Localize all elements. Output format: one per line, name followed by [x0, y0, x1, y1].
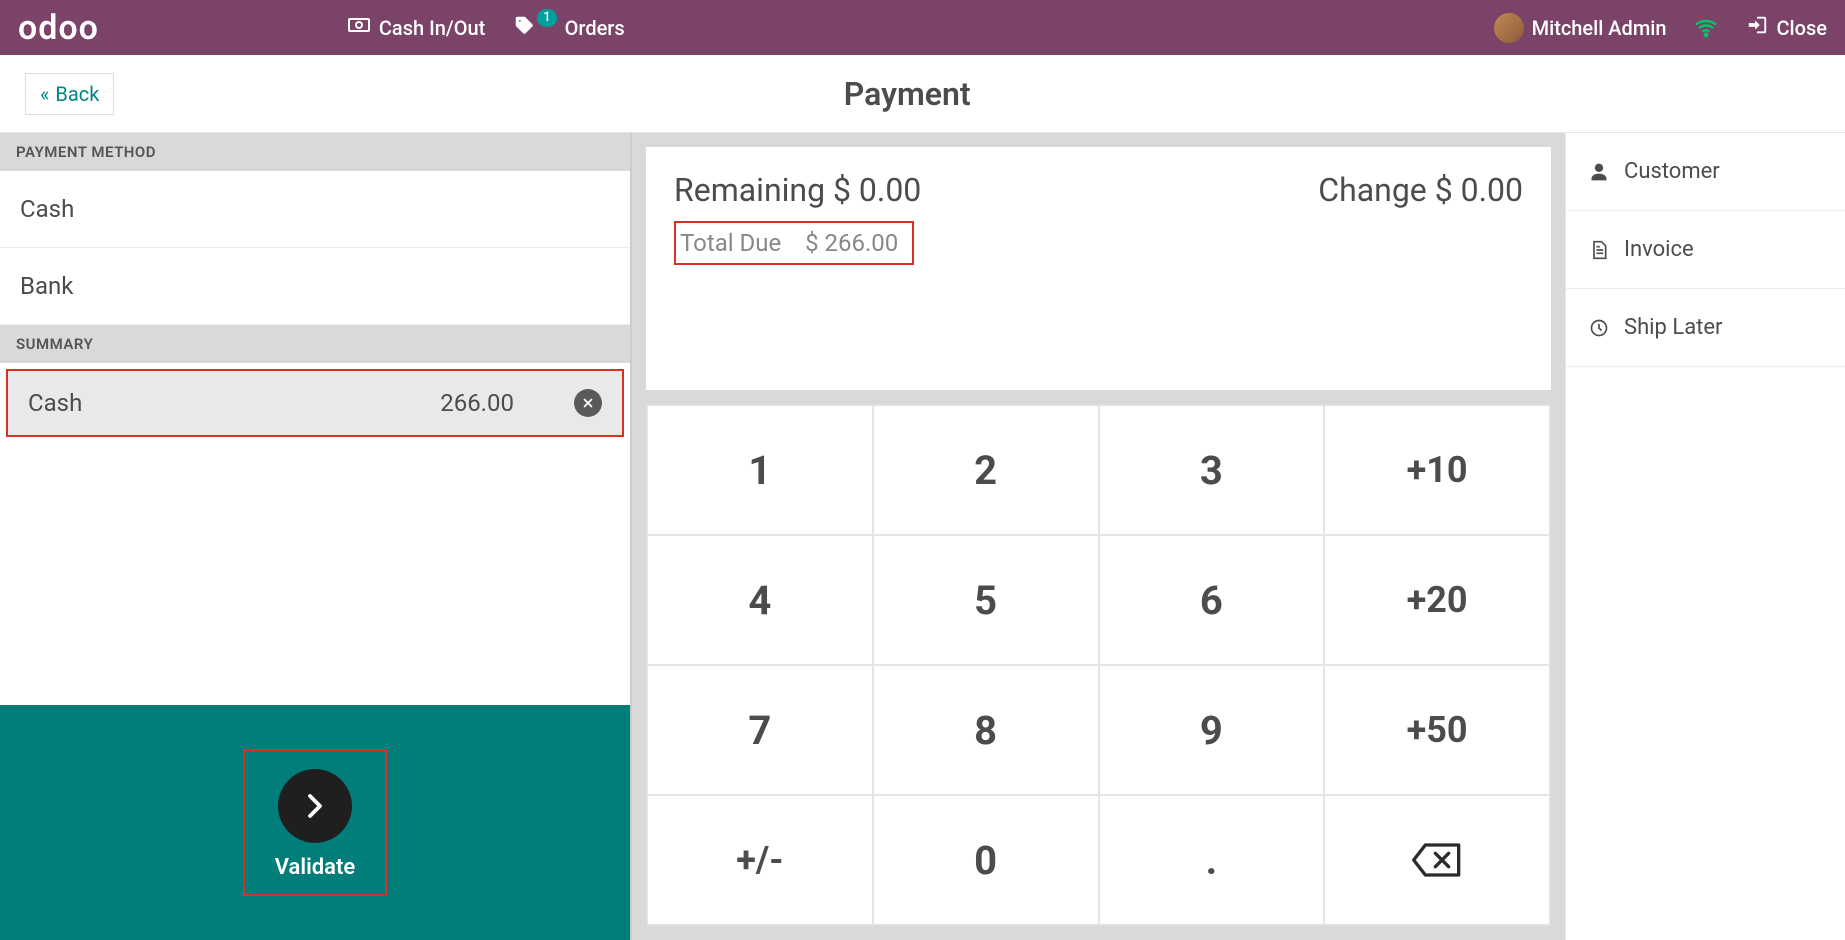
key-plus50[interactable]: +50 [1324, 665, 1550, 795]
validate-panel: Validate [0, 705, 630, 940]
remaining-label: Remaining [674, 171, 825, 209]
wifi-icon [1694, 16, 1718, 40]
ship-later-button[interactable]: Ship Later [1566, 289, 1845, 367]
total-due: Total Due $ 266.00 [674, 221, 914, 265]
key-4[interactable]: 4 [647, 535, 873, 665]
user-name: Mitchell Admin [1532, 16, 1667, 40]
validate-button[interactable] [278, 769, 352, 843]
total-due-value: $ 266.00 [805, 229, 898, 257]
invoice-label: Invoice [1624, 237, 1694, 262]
cash-in-out-button[interactable]: Cash In/Out [347, 13, 485, 42]
key-6[interactable]: 6 [1099, 535, 1325, 665]
key-backspace[interactable] [1324, 795, 1550, 925]
key-2[interactable]: 2 [873, 405, 1099, 535]
change: Change $ 0.00 [1318, 171, 1523, 209]
key-plus10[interactable]: +10 [1324, 405, 1550, 535]
avatar [1494, 13, 1524, 43]
key-5[interactable]: 5 [873, 535, 1099, 665]
key-3[interactable]: 3 [1099, 405, 1325, 535]
cash-in-out-label: Cash In/Out [379, 16, 485, 40]
key-sign[interactable]: +/- [647, 795, 873, 925]
cash-icon [347, 13, 371, 42]
close-label: Close [1776, 16, 1827, 40]
validate-highlight: Validate [243, 749, 387, 896]
summary-line[interactable]: Cash 266.00 [6, 369, 624, 437]
left-panel: PAYMENT METHOD Cash Bank SUMMARY Cash 26… [0, 133, 632, 940]
right-panel: Customer Invoice Ship Later [1565, 133, 1845, 940]
change-value: $ 0.00 [1435, 171, 1523, 209]
summary-name: Cash [28, 389, 82, 417]
key-9[interactable]: 9 [1099, 665, 1325, 795]
orders-label: Orders [565, 16, 625, 40]
key-1[interactable]: 1 [647, 405, 873, 535]
key-0[interactable]: 0 [873, 795, 1099, 925]
summary-amount: 266.00 [440, 389, 514, 417]
key-plus20[interactable]: +20 [1324, 535, 1550, 665]
ship-later-label: Ship Later [1624, 315, 1722, 340]
page-title: Payment [0, 75, 1820, 113]
payment-method-header: PAYMENT METHOD [0, 133, 630, 171]
summary-header: SUMMARY [0, 325, 630, 363]
main: PAYMENT METHOD Cash Bank SUMMARY Cash 26… [0, 133, 1845, 940]
validate-label: Validate [275, 855, 355, 880]
remaining: Remaining $ 0.00 [674, 171, 921, 209]
signout-icon [1746, 14, 1768, 41]
customer-button[interactable]: Customer [1566, 133, 1845, 211]
chevron-right-icon [300, 791, 330, 821]
invoice-icon [1588, 240, 1610, 260]
payment-method-bank[interactable]: Bank [0, 248, 630, 325]
clock-icon [1588, 318, 1610, 338]
tag-icon [513, 14, 535, 41]
key-7[interactable]: 7 [647, 665, 873, 795]
delete-icon[interactable] [574, 389, 602, 417]
change-label: Change [1318, 171, 1426, 209]
payment-method-cash[interactable]: Cash [0, 171, 630, 248]
keypad: 1 2 3 +10 4 5 6 +20 7 8 9 +50 +/- 0 . [646, 404, 1551, 926]
key-dot[interactable]: . [1099, 795, 1325, 925]
brand-logo: odoo [18, 8, 99, 48]
topbar: odoo Cash In/Out 1 Orders Mitchell Admin… [0, 0, 1845, 55]
customer-label: Customer [1624, 159, 1720, 184]
backspace-icon [1410, 840, 1464, 880]
orders-button[interactable]: 1 Orders [513, 14, 624, 41]
invoice-button[interactable]: Invoice [1566, 211, 1845, 289]
close-button[interactable]: Close [1746, 14, 1827, 41]
user-menu[interactable]: Mitchell Admin [1494, 13, 1667, 43]
status-card: Remaining $ 0.00 Change $ 0.00 Total Due… [646, 147, 1551, 390]
title-row: « Back Payment [0, 55, 1845, 133]
total-due-label: Total Due [680, 229, 781, 257]
key-8[interactable]: 8 [873, 665, 1099, 795]
orders-badge: 1 [537, 9, 556, 27]
person-icon [1588, 162, 1610, 182]
remaining-value: $ 0.00 [833, 171, 921, 209]
center-panel: Remaining $ 0.00 Change $ 0.00 Total Due… [632, 133, 1565, 940]
